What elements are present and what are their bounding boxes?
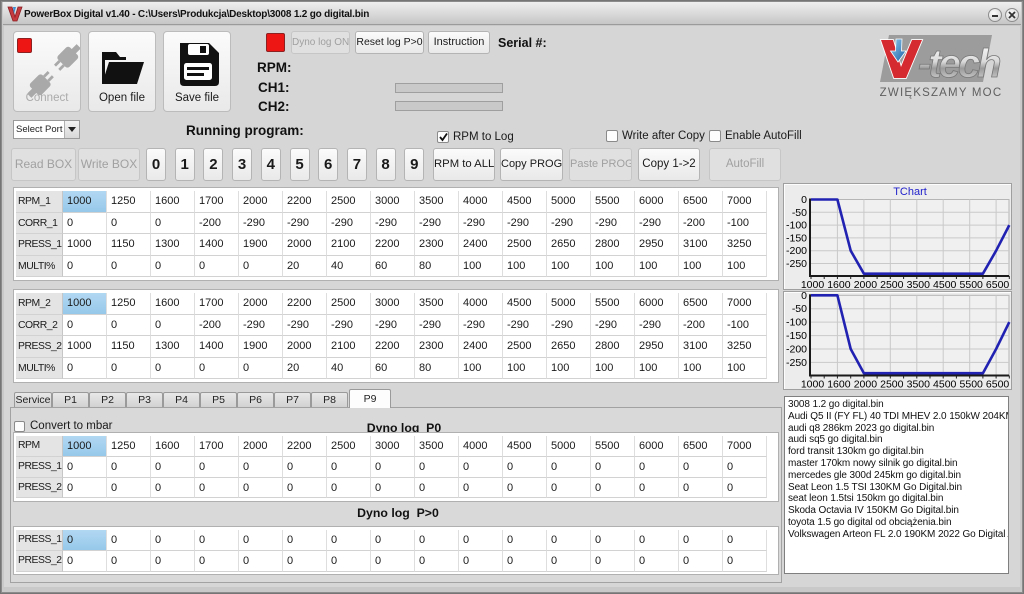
svg-text:4500: 4500 <box>933 279 957 291</box>
svg-text:2500: 2500 <box>880 379 904 391</box>
svg-text:-50: -50 <box>792 303 807 315</box>
svg-text:1600: 1600 <box>827 279 851 291</box>
svg-text:-250: -250 <box>786 258 807 270</box>
svg-text:-100: -100 <box>786 220 807 232</box>
svg-text:3500: 3500 <box>907 279 931 291</box>
svg-text:6500: 6500 <box>986 279 1010 291</box>
svg-text:-tech: -tech <box>918 42 1000 86</box>
svg-text:5500: 5500 <box>960 279 984 291</box>
svg-text:1600: 1600 <box>827 379 851 391</box>
svg-text:2000: 2000 <box>854 379 878 391</box>
svg-text:2000: 2000 <box>854 279 878 291</box>
svg-text:2500: 2500 <box>880 279 904 291</box>
svg-text:-150: -150 <box>786 232 807 244</box>
svg-text:-250: -250 <box>786 357 807 369</box>
svg-text:-100: -100 <box>786 317 807 329</box>
svg-text:-200: -200 <box>786 344 807 356</box>
svg-text:ZWIĘKSZAMY MOC: ZWIĘKSZAMY MOC <box>880 87 1003 99</box>
svg-text:TChart: TChart <box>893 186 927 198</box>
svg-text:1000: 1000 <box>801 379 825 391</box>
svg-text:1000: 1000 <box>801 279 825 291</box>
svg-text:0: 0 <box>801 194 807 206</box>
svg-text:0: 0 <box>801 292 807 302</box>
svg-text:4500: 4500 <box>933 379 957 391</box>
svg-text:-150: -150 <box>786 330 807 342</box>
svg-text:6500: 6500 <box>986 379 1010 391</box>
svg-text:3500: 3500 <box>907 379 931 391</box>
svg-text:5500: 5500 <box>960 379 984 391</box>
svg-text:-50: -50 <box>792 207 807 219</box>
svg-text:-200: -200 <box>786 245 807 257</box>
